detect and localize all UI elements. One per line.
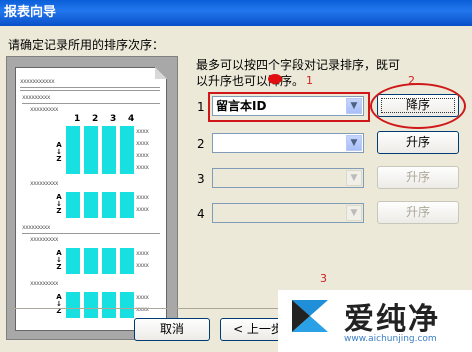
preview-data-line: xxxx xyxy=(136,140,149,147)
preview-col-number: 3 xyxy=(110,114,117,124)
preview-sort-column xyxy=(84,248,98,274)
preview-rule xyxy=(22,103,160,104)
chevron-down-icon[interactable]: ▼ xyxy=(346,205,362,221)
chevron-down-icon[interactable]: ▼ xyxy=(346,170,362,186)
sort-az-label: A ↓ Z xyxy=(56,293,62,315)
sort-az-label: A ↓ Z xyxy=(56,249,62,271)
preview-data-line: xxxx xyxy=(136,294,149,301)
sort-az-label: A ↓ Z xyxy=(56,193,62,215)
preview-data-line: xxxx xyxy=(136,128,149,135)
preview-sort-column xyxy=(102,292,116,318)
sort-row-number: 2 xyxy=(197,137,205,151)
annotation-dot xyxy=(268,74,282,84)
preview-data-line: xxxx xyxy=(136,152,149,159)
sort-prompt: 请确定记录所用的排序次序： xyxy=(8,38,165,52)
sort-az-label: A ↓ Z xyxy=(56,141,62,163)
watermark-url: www.aichunjing.com xyxy=(344,334,437,344)
preview-sort-column xyxy=(120,192,134,218)
preview-rule xyxy=(20,90,160,91)
preview-sort-column xyxy=(84,126,98,174)
preview-data-line: xxxx xyxy=(136,262,149,269)
preview-sort-column xyxy=(66,292,80,318)
preview-sort-column xyxy=(84,292,98,318)
chevron-down-icon[interactable]: ▼ xyxy=(346,135,362,151)
preview-sort-column xyxy=(120,292,134,318)
watermark-logo: 爱纯净 www.aichunjing.com xyxy=(278,290,472,352)
sort-order-4-label: 升序 xyxy=(405,205,430,219)
sort-order-2-label: 升序 xyxy=(405,135,430,149)
cancel-button[interactable]: 取消 xyxy=(134,318,210,341)
preview-data-line: xxxx xyxy=(136,164,149,171)
preview-col-number: 4 xyxy=(128,114,135,124)
preview-data-line: xxxx xyxy=(136,206,149,213)
preview-group-line: xxxxxxxxx xyxy=(22,224,51,231)
window-title: 报表向导 xyxy=(0,0,472,26)
preview-sort-column xyxy=(102,248,116,274)
annotation-highlight-ellipse xyxy=(370,83,466,129)
annotation-step-3: 3 xyxy=(320,272,327,285)
preview-group-line: xxxxxxxxx xyxy=(22,94,51,101)
sort-order-3-button[interactable]: 升序 xyxy=(377,166,459,189)
preview-sort-column xyxy=(102,126,116,174)
preview-sort-column xyxy=(120,248,134,274)
sort-field-2-select[interactable]: ▼ xyxy=(212,133,364,153)
sort-row-number: 1 xyxy=(197,100,205,114)
preview-data-line: xxxx xyxy=(136,250,149,257)
preview-sort-column xyxy=(66,126,80,174)
sort-info-text: 最多可以按四个字段对记录排序，既可以升序也可以降序。 xyxy=(196,58,401,88)
sort-row-number: 4 xyxy=(197,207,205,221)
preview-sort-column xyxy=(102,192,116,218)
preview-group-line: xxxxxxxxx xyxy=(30,280,59,287)
watermark-logo-icon xyxy=(292,300,328,332)
sort-order-4-button[interactable]: 升序 xyxy=(377,201,459,224)
preview-title-line: xxxxxxxxxxx xyxy=(20,78,55,85)
layout-preview: xxxxxxxxxxx xxxxxxxxx xxxxxxxxx 1 2 3 4 … xyxy=(6,56,178,340)
preview-group-line: xxxxxxxxx xyxy=(30,106,59,113)
preview-rule xyxy=(20,87,160,88)
preview-data-line: xxxx xyxy=(136,194,149,201)
preview-paper: xxxxxxxxxxx xxxxxxxxx xxxxxxxxx 1 2 3 4 … xyxy=(15,67,167,331)
sort-field-4-select[interactable]: ▼ xyxy=(212,203,364,223)
preview-sort-column xyxy=(66,192,80,218)
preview-col-number: 1 xyxy=(74,114,81,124)
annotation-step-1: 1 xyxy=(306,74,313,87)
preview-group-line: xxxxxxxxx xyxy=(30,180,59,187)
preview-sort-column xyxy=(84,192,98,218)
preview-col-number: 2 xyxy=(92,114,99,124)
annotation-highlight-box xyxy=(208,92,370,122)
page-fold-icon xyxy=(155,67,167,79)
sort-order-2-button[interactable]: 升序 xyxy=(377,131,459,154)
watermark-text: 爱纯净 xyxy=(344,302,440,337)
preview-sort-column xyxy=(66,248,80,274)
preview-rule xyxy=(22,233,160,234)
sort-order-3-label: 升序 xyxy=(405,170,430,184)
preview-group-line: xxxxxxxxx xyxy=(30,236,59,243)
sort-field-3-select[interactable]: ▼ xyxy=(212,168,364,188)
sort-row-number: 3 xyxy=(197,172,205,186)
preview-sort-column xyxy=(120,126,134,174)
